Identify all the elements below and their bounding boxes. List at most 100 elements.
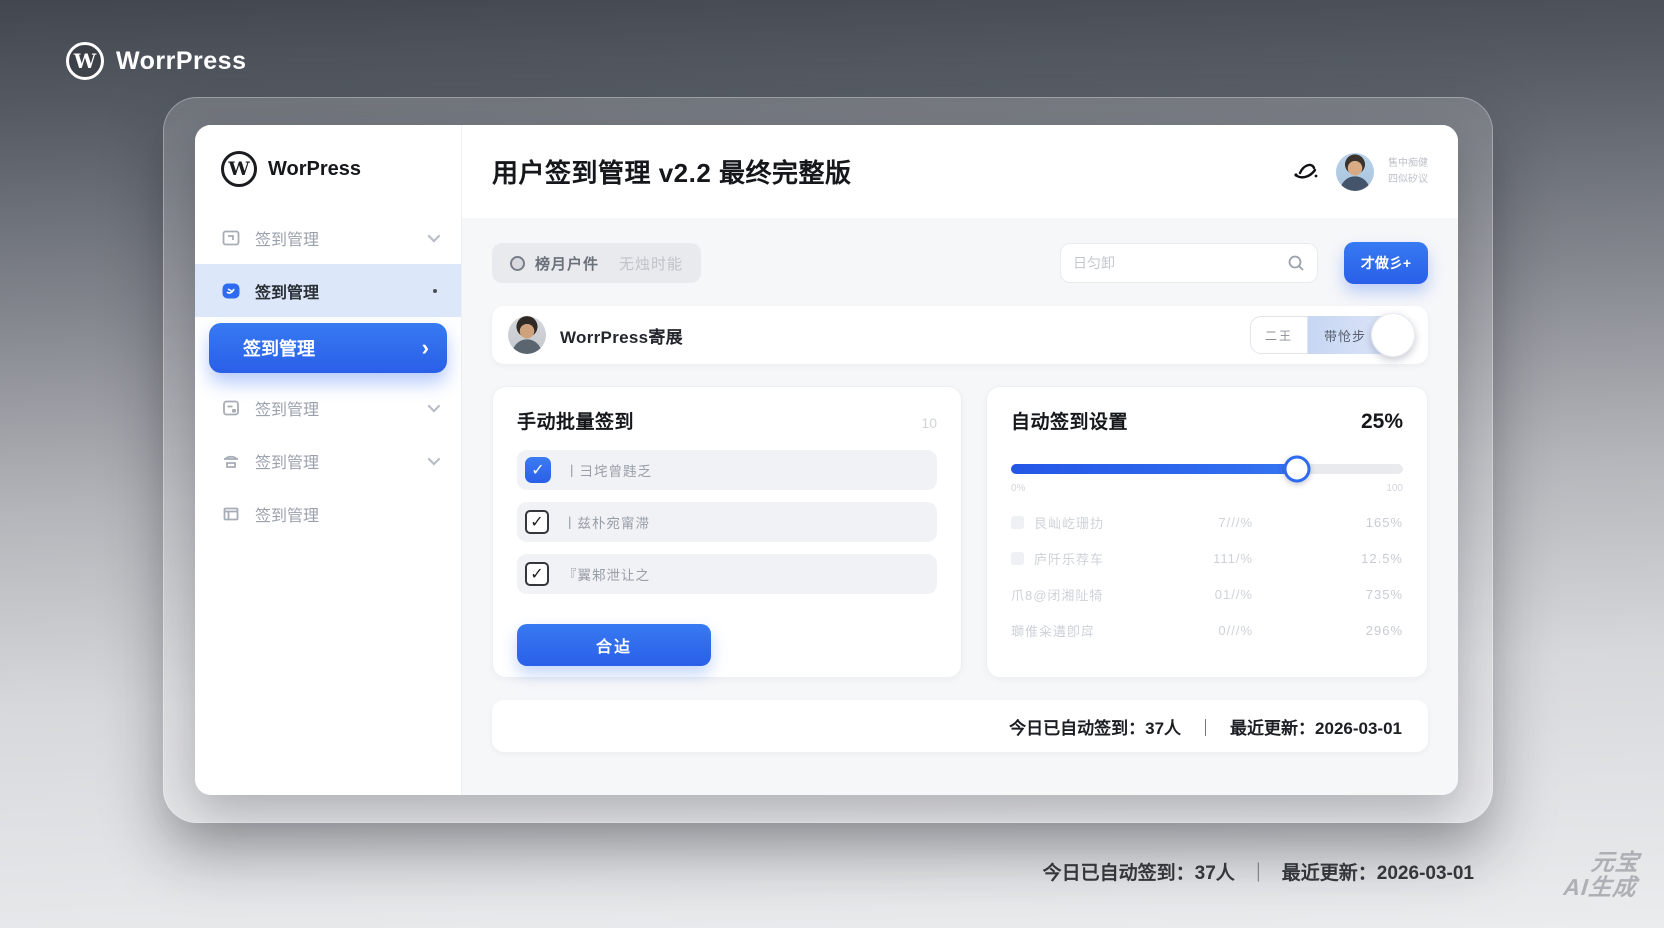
sidebar-item-checkin-1[interactable]: 签到管理 [195, 211, 461, 264]
sidebar-item-checkin-4[interactable]: 签到管理 [195, 434, 461, 487]
slider-max-label: 100 [1386, 483, 1403, 494]
option-list: ✓ 丨彐垞曾韪乏 ✓ 丨兹朴宛甯滞 ✓ 『翼邾泄让之 [517, 450, 937, 594]
watermark-line2: AI生成 [1562, 874, 1639, 901]
sidebar-item-checkin-primary-button[interactable]: 签到管理 › [209, 323, 447, 373]
toggle-left-segment[interactable]: 二王 [1250, 316, 1308, 354]
window-header: 用户签到管理 v2.2 最终完整版 售中痴健 四似矽议 [462, 125, 1458, 218]
user-meta: 售中痴健 四似矽议 [1388, 156, 1428, 187]
manual-checkin-card: 手动批量签到 10 ✓ 丨彐垞曾韪乏 ✓ 丨兹朴宛甯滞 ✓ 『翼邾泄让之 合迠 [492, 386, 962, 678]
sidebar-logo: W WorPress [195, 143, 461, 211]
manual-card-title: 手动批量签到 [517, 412, 635, 433]
slider-labels: 0% 100 [1011, 483, 1403, 494]
option-row[interactable]: ✓ 『翼邾泄让之 [517, 554, 937, 594]
chip-circle-icon [510, 255, 525, 271]
stat-row: 艮屾屹珊扐 7///% 165% [1011, 504, 1403, 540]
main-area: 用户签到管理 v2.2 最终完整版 售中痴健 四似矽议 榜月户件 无烛时能 日匀… [462, 125, 1458, 795]
toolbar: 榜月户件 无烛时能 才做彡+ [492, 242, 1428, 284]
frame-icon [223, 507, 239, 520]
auto-checkin-slider[interactable] [1011, 455, 1403, 483]
stat-row: 爪8@闭湘阯犄 01//% 735% [1011, 576, 1403, 612]
status-summary: 今日已自动签到：37人 [1009, 718, 1182, 738]
auto-checkin-card: 自动签到设置 25% 0% 100 艮屾屹珊扐 7///% 165% 庐阡乐荐车… [986, 386, 1428, 678]
chevron-down-icon [427, 399, 441, 413]
stat-label: 瑡倠籴遘卽戽 [1011, 623, 1096, 639]
status-bar: 今日已自动签到：37人 ｜ 最近更新：2026-03-01 [492, 700, 1428, 752]
swatch-icon [1011, 515, 1024, 529]
swatch-icon [1011, 551, 1024, 565]
sidebar-item-checkin-2-active[interactable]: 签到管理 [195, 264, 461, 317]
manual-card-count: 10 [921, 415, 937, 431]
stat-right-value: 296% [1365, 622, 1403, 638]
option-row[interactable]: ✓ 丨兹朴宛甯滞 [517, 502, 937, 542]
option-label: 『翼邾泄让之 [563, 568, 650, 583]
checkbox-checked-icon[interactable]: ✓ [525, 510, 549, 534]
slider-fill [1011, 464, 1298, 474]
chip-secondary-label: 无烛时能 [619, 255, 684, 273]
footer-divider: ｜ [1248, 863, 1268, 884]
user-row: WorrPress寄展 二王 带怆步 [492, 306, 1428, 364]
checkbox-checked-icon[interactable]: ✓ [525, 457, 551, 483]
stat-mid-value: 111/% [1213, 550, 1253, 566]
search-box [1060, 243, 1318, 283]
submit-button[interactable]: 合迠 [517, 624, 711, 666]
status-updated: 最近更新：2026-03-01 [1230, 718, 1402, 738]
user-meta-line2: 四似矽议 [1388, 173, 1428, 185]
active-dot [433, 288, 437, 293]
stat-right-value: 12.5% [1361, 550, 1403, 566]
sidebar: W WorPress 签到管理 签到管理 签到管理 › 签到管理 签到管理 签到… [195, 125, 462, 795]
option-row[interactable]: ✓ 丨彐垞曾韪乏 [517, 450, 937, 490]
scribble-icon [1294, 163, 1318, 179]
stat-mid-value: 01//% [1214, 586, 1253, 602]
sidebar-item-label: 签到管理 [255, 401, 320, 419]
slider-knob[interactable] [1283, 455, 1311, 483]
manual-card-head: 手动批量签到 10 [517, 407, 937, 434]
search-icon[interactable] [1287, 254, 1305, 272]
search-input[interactable] [1073, 255, 1287, 271]
sidebar-item-label: 签到管理 [255, 231, 320, 249]
footer-status-line: 今日已自动签到：37人 ｜ 最近更新：2026-03-01 [1043, 858, 1474, 885]
chevron-right-icon: › [421, 335, 429, 360]
sidebar-primary-label: 签到管理 [243, 339, 315, 359]
content-area: 榜月户件 无烛时能 才做彡+ WorrPress寄展 二王 带怆步 [462, 218, 1458, 795]
chevron-down-icon [427, 452, 441, 466]
badge-icon [222, 283, 240, 298]
primary-action-button[interactable]: 才做彡+ [1344, 242, 1428, 284]
stat-label: 艮屾屹珊扐 [1034, 515, 1105, 531]
watermark-line1: 元宝 [1590, 849, 1641, 875]
checkbox-checked-icon[interactable]: ✓ [525, 562, 549, 586]
footer-updated: 最近更新：2026-03-01 [1281, 863, 1474, 884]
footer-summary: 今日已自动签到：37人 [1042, 863, 1235, 884]
sidebar-item-label: 签到管理 [255, 507, 320, 525]
page-brand: W WorrPress [66, 42, 247, 80]
sidebar-item-checkin-5[interactable]: 签到管理 [195, 487, 461, 540]
stat-right-value: 735% [1365, 586, 1403, 602]
sidebar-item-checkin-3[interactable]: 签到管理 [195, 381, 461, 434]
stats-list: 艮屾屹珊扐 7///% 165% 庐阡乐荐车 111/% 12.5% 爪8@闭湘… [1011, 504, 1403, 648]
chevron-down-icon [427, 229, 441, 243]
ai-watermark: 元宝 AI生成 [1562, 849, 1641, 901]
toggle-knob[interactable] [1371, 313, 1415, 357]
card-icon [223, 400, 239, 415]
sidebar-item-label: 签到管理 [255, 284, 320, 302]
sidebar-logo-name: WorPress [268, 157, 362, 180]
mode-toggle[interactable]: 二王 带怆步 [1250, 313, 1415, 357]
stat-label: 爪8@闭湘阯犄 [1011, 587, 1104, 603]
cards-row: 手动批量签到 10 ✓ 丨彐垞曾韪乏 ✓ 丨兹朴宛甯滞 ✓ 『翼邾泄让之 合迠 … [492, 386, 1428, 678]
stat-row: 庐阡乐荐车 111/% 12.5% [1011, 540, 1403, 576]
wordpress-logo-icon: W [221, 151, 257, 187]
status-divider: ｜ [1197, 718, 1215, 738]
app-window: W WorPress 签到管理 签到管理 签到管理 › 签到管理 签到管理 签到… [195, 125, 1458, 795]
tray-icon [224, 455, 238, 468]
option-label: 丨兹朴宛甯滞 [563, 516, 650, 531]
stat-row: 瑡倠籴遘卽戽 0///% 296% [1011, 612, 1403, 648]
row-user-name: WorrPress寄展 [560, 327, 683, 347]
stat-mid-value: 0///% [1218, 622, 1253, 638]
row-avatar [508, 316, 546, 354]
filter-chip[interactable]: 榜月户件 无烛时能 [492, 243, 702, 283]
panel-icon [222, 230, 240, 245]
chip-label: 榜月户件 [535, 255, 600, 273]
user-avatar[interactable] [1336, 152, 1374, 191]
wordpress-logo-icon: W [66, 42, 104, 80]
page-title: 用户签到管理 v2.2 最终完整版 [492, 158, 852, 188]
header-right: 售中痴健 四似矽议 [1290, 152, 1428, 191]
